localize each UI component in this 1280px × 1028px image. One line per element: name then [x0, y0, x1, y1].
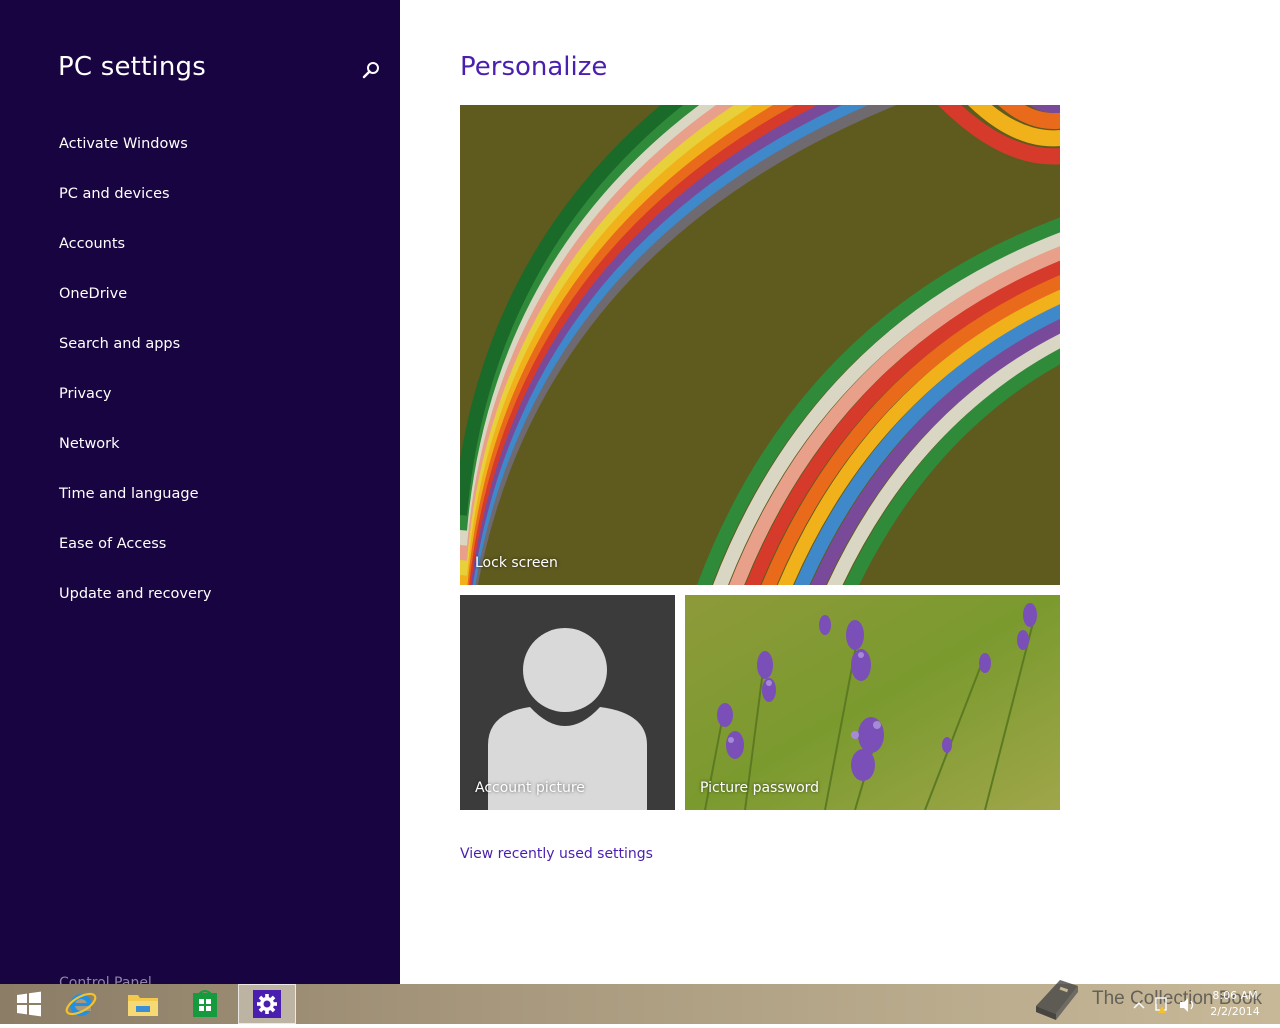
nav-item-privacy[interactable]: Privacy — [59, 382, 211, 432]
store-icon — [193, 990, 217, 1017]
settings-sidebar: PC settings Activate Windows PC and devi… — [0, 0, 400, 1024]
lock-screen-tile[interactable]: Lock screen — [460, 105, 1060, 585]
nav-item-activate-windows[interactable]: Activate Windows — [59, 132, 211, 182]
show-hidden-icon — [1133, 1001, 1145, 1009]
store-button[interactable] — [176, 984, 234, 1024]
tray-icons — [1133, 997, 1194, 1013]
network-warning-icon — [1155, 997, 1167, 1013]
clock-time: 8:06 AM — [1212, 989, 1258, 1002]
person-icon — [488, 628, 647, 810]
file-explorer-icon — [128, 995, 158, 1016]
internet-explorer-icon — [65, 992, 97, 1016]
lock-screen-image — [460, 105, 1060, 585]
nav-item-onedrive[interactable]: OneDrive — [59, 282, 211, 332]
internet-explorer-button[interactable] — [52, 984, 110, 1024]
lock-screen-label: Lock screen — [475, 555, 558, 571]
account-picture-label: Account picture — [475, 780, 585, 796]
settings-icon — [253, 990, 281, 1018]
picture-password-label: Picture password — [700, 780, 820, 796]
nav-item-network[interactable]: Network — [59, 432, 211, 482]
nav-item-accounts[interactable]: Accounts — [59, 232, 211, 282]
clock-date: 2/2/2014 — [1210, 1005, 1260, 1018]
search-button[interactable] — [358, 58, 384, 84]
search-icon — [362, 62, 379, 79]
account-picture-tile[interactable]: Account picture — [460, 595, 675, 810]
start-button[interactable] — [0, 984, 58, 1024]
file-explorer-button[interactable] — [114, 984, 172, 1024]
settings-nav: Activate Windows PC and devices Accounts… — [59, 132, 211, 632]
nav-item-time-and-language[interactable]: Time and language — [59, 482, 211, 532]
picture-password-tile[interactable]: Picture password — [685, 595, 1060, 810]
nav-item-search-and-apps[interactable]: Search and apps — [59, 332, 211, 382]
page-title: Personalize — [460, 52, 608, 82]
nav-item-pc-and-devices[interactable]: PC and devices — [59, 182, 211, 232]
settings-taskbar-button[interactable] — [238, 984, 296, 1024]
nav-item-update-and-recovery[interactable]: Update and recovery — [59, 582, 211, 632]
nav-item-ease-of-access[interactable]: Ease of Access — [59, 532, 211, 582]
view-recent-settings-link[interactable]: View recently used settings — [460, 846, 653, 862]
windows-logo-icon — [17, 991, 41, 1017]
book-icon — [1036, 980, 1078, 1020]
system-clock[interactable]: 8:06 AM 2/2/2014 — [1205, 988, 1265, 1020]
volume-icon — [1180, 998, 1194, 1012]
notification-area — [1130, 984, 1200, 1024]
lavender-image — [685, 595, 1060, 810]
sidebar-title: PC settings — [58, 52, 206, 82]
